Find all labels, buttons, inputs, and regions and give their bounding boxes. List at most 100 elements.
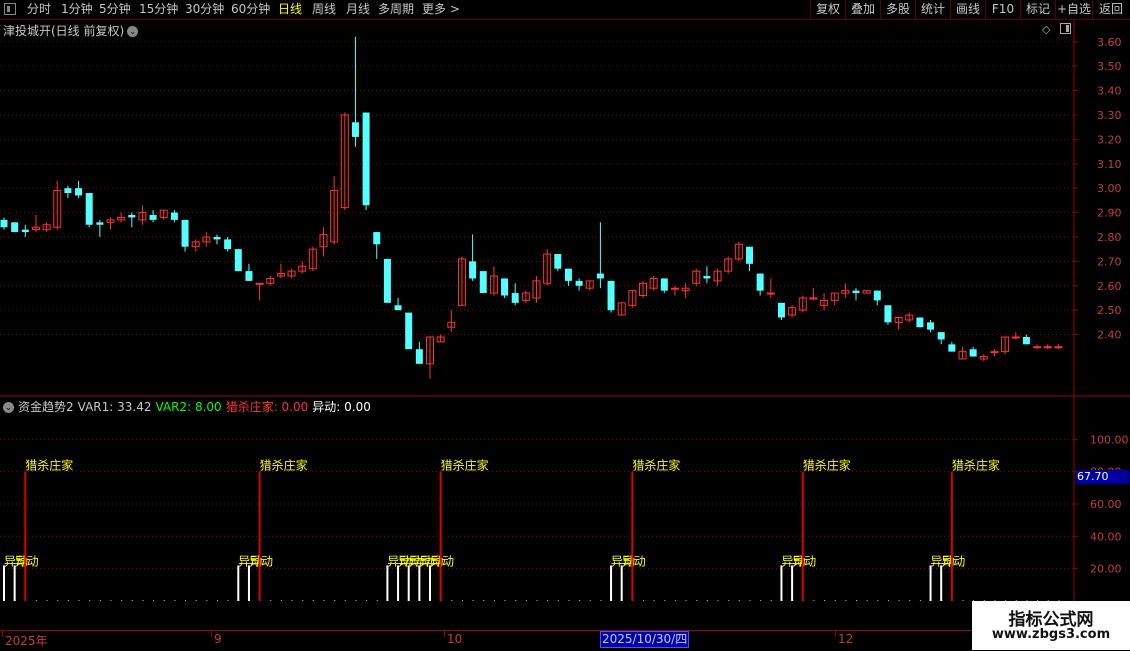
candle-body bbox=[670, 287, 679, 290]
yidong-label: 异动 bbox=[622, 554, 646, 568]
window-icon[interactable] bbox=[4, 3, 16, 15]
baseline-dot bbox=[185, 600, 187, 601]
stock-title: 津投城开(日线 前复权) bbox=[3, 24, 125, 38]
baseline-dot bbox=[163, 600, 165, 601]
tab-10[interactable]: 更多 > bbox=[422, 1, 460, 18]
tab-6[interactable]: 日线 bbox=[278, 1, 302, 18]
baseline-dot bbox=[536, 600, 538, 601]
baseline-dot bbox=[547, 600, 549, 601]
toolbar-button-7[interactable]: +自选 bbox=[1055, 0, 1092, 19]
tab-7[interactable]: 周线 bbox=[312, 1, 336, 18]
chart-canvas[interactable]: 2.40 2.50 2.60 2.70 2.80 2.90 3.00 3.10 3.20 3.30… bbox=[0, 20, 1130, 630]
baseline-dot bbox=[483, 600, 485, 601]
liesha-label: 猎杀庄家 bbox=[803, 458, 851, 473]
toolbar-button-1[interactable]: 叠加 bbox=[845, 0, 880, 19]
toolbar-button-8[interactable]: 返回 bbox=[1092, 0, 1129, 19]
candle-body bbox=[415, 349, 423, 364]
toolbar-button-0[interactable]: 复权 bbox=[810, 0, 845, 19]
candle-body bbox=[554, 254, 562, 269]
price-tick-label: 3.00 bbox=[1097, 182, 1122, 195]
candle-body bbox=[224, 239, 232, 250]
baseline-dot bbox=[568, 600, 570, 601]
indicator-title[interactable]: ⌄ 资金趋势2 VAR1: 33.42 VAR2: 8.00 猎杀庄家: 0.00 异动:… bbox=[3, 398, 375, 415]
baseline-dot bbox=[600, 600, 602, 601]
tab-1[interactable]: 1分钟 bbox=[61, 1, 93, 18]
baseline-dot bbox=[717, 600, 719, 601]
baseline-dot bbox=[834, 600, 836, 601]
liesha-label: 猎杀庄家 bbox=[952, 458, 1000, 473]
tab-9[interactable]: 多周期 bbox=[378, 1, 414, 18]
candle-body bbox=[245, 271, 253, 281]
indicator-tick-label: 20.00 bbox=[1090, 563, 1122, 576]
toolbar-button-6[interactable]: 标记 bbox=[1020, 0, 1055, 19]
baseline-dot bbox=[323, 600, 325, 601]
tab-5[interactable]: 60分钟 bbox=[231, 1, 270, 18]
liesha-label: 猎杀庄家 bbox=[632, 458, 680, 473]
tab-4[interactable]: 30分钟 bbox=[185, 1, 224, 18]
price-tick-label: 3.50 bbox=[1097, 60, 1122, 73]
baseline-dot bbox=[451, 600, 453, 601]
watermark: 指标公式网 www.zbgs3.com bbox=[972, 601, 1130, 650]
toolbar-button-3[interactable]: 统计 bbox=[915, 0, 950, 19]
toolbar-button-2[interactable]: 多股 bbox=[880, 0, 915, 19]
candle-body bbox=[777, 302, 785, 318]
candle-body bbox=[479, 271, 487, 294]
baseline-dot bbox=[493, 600, 495, 601]
toolbar-button-4[interactable]: 画线 bbox=[950, 0, 985, 19]
baseline-dot bbox=[589, 600, 591, 601]
candle-body bbox=[766, 292, 775, 295]
candle-body bbox=[703, 276, 711, 279]
tab-8[interactable]: 月线 bbox=[346, 1, 370, 18]
tab-0[interactable]: 分时 bbox=[27, 1, 51, 18]
chart-area: 2.40 2.50 2.60 2.70 2.80 2.90 3.00 3.10 3.20 3.30… bbox=[0, 20, 1130, 630]
baseline-dot bbox=[813, 600, 815, 601]
baseline-dot bbox=[877, 600, 879, 601]
price-tick-label: 2.80 bbox=[1097, 231, 1122, 244]
yidong-label: 异动 bbox=[792, 554, 816, 568]
candle-body bbox=[660, 278, 668, 291]
baseline-dot bbox=[334, 600, 336, 601]
diamond-icon[interactable]: ◇ bbox=[1042, 23, 1050, 36]
baseline-dot bbox=[919, 600, 921, 601]
baseline-dot bbox=[696, 600, 698, 601]
candle-body bbox=[1022, 337, 1030, 345]
baseline-dot bbox=[195, 600, 197, 601]
baseline-dot bbox=[110, 600, 112, 601]
main-chart-title[interactable]: 津投城开(日线 前复权) ⌄ bbox=[3, 22, 139, 39]
candle-body bbox=[128, 215, 136, 218]
candle-body bbox=[575, 280, 583, 286]
yidong-label: 异动 bbox=[15, 554, 39, 568]
candle-body bbox=[469, 261, 477, 279]
baseline-dot bbox=[89, 600, 91, 601]
baseline-dot bbox=[845, 600, 847, 601]
candle-body bbox=[927, 322, 935, 330]
x-axis-label-2: 10 bbox=[447, 632, 463, 646]
baseline-dot bbox=[153, 600, 155, 601]
toolbar: 分时 1分钟 5分钟 15分钟 30分钟 60分钟 日线 周线 月线 多周期 更多 > 复权 叠加 多股… bbox=[0, 0, 1130, 20]
candle-body bbox=[362, 112, 370, 206]
toolbar-button-5[interactable]: F10 bbox=[985, 0, 1020, 19]
yidong-label: 异动 bbox=[249, 554, 273, 568]
baseline-dot bbox=[962, 600, 964, 601]
candle-body bbox=[149, 215, 157, 220]
baseline-dot bbox=[312, 600, 314, 601]
candle-body bbox=[607, 280, 615, 311]
tab-2[interactable]: 5分钟 bbox=[99, 1, 131, 18]
x-axis-label-1: 9 bbox=[214, 632, 222, 646]
candle-body bbox=[809, 297, 818, 300]
candle-body bbox=[501, 278, 509, 296]
chevron-down-icon[interactable]: ⌄ bbox=[3, 402, 14, 413]
tab-3[interactable]: 15分钟 bbox=[139, 1, 178, 18]
baseline-dot bbox=[206, 600, 208, 601]
panel-toggle-icon[interactable] bbox=[1060, 23, 1071, 34]
x-tick bbox=[2, 631, 3, 637]
baseline-dot bbox=[99, 600, 101, 601]
indicator-tick-label: 40.00 bbox=[1090, 530, 1122, 543]
baseline-dot bbox=[653, 600, 655, 601]
chevron-down-icon[interactable]: ⌄ bbox=[127, 26, 139, 37]
baseline-dot bbox=[57, 600, 59, 601]
liesha-label: 猎杀庄家 bbox=[25, 458, 73, 473]
candle-body bbox=[383, 258, 391, 303]
candle-body bbox=[511, 293, 519, 303]
var2-value: VAR2: 8.00 bbox=[155, 400, 222, 414]
